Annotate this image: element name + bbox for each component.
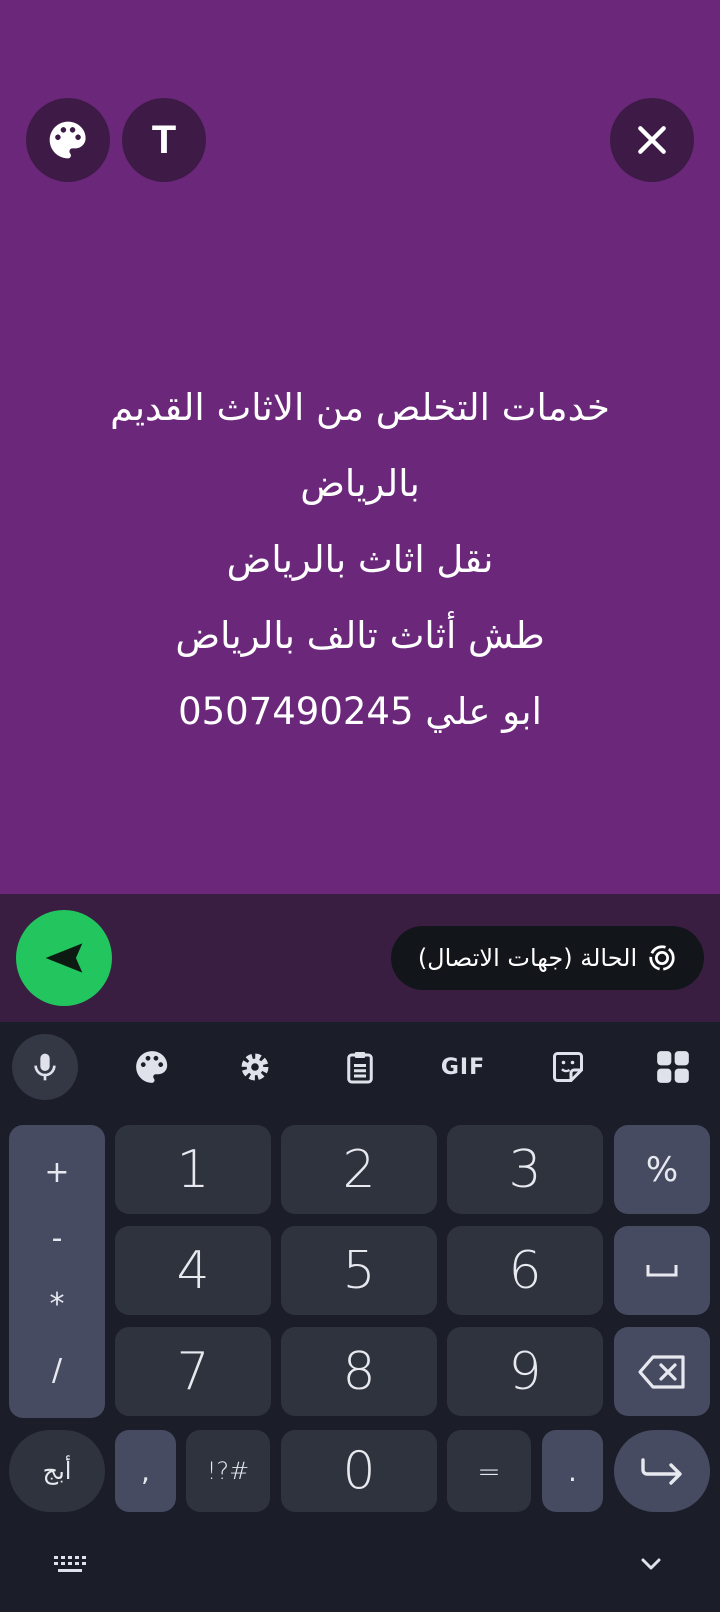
enter-icon <box>641 1458 682 1485</box>
mic-icon <box>34 1053 56 1081</box>
key-8[interactable]: 8 <box>281 1327 437 1416</box>
equals-key[interactable]: = <box>447 1430 531 1512</box>
alphabet-switch-key[interactable]: أبج <box>9 1430 105 1512</box>
status-audience-chip[interactable]: الحالة (جهات الاتصال) <box>391 926 704 990</box>
sticker-icon <box>553 1052 583 1082</box>
close-button[interactable] <box>610 98 694 182</box>
status-compose-area[interactable]: T خدمات التخلص من الاثاث القديم بالرياض … <box>0 0 720 894</box>
hide-keyboard-button[interactable] <box>633 1546 669 1582</box>
keyboard-switch-icon <box>54 1556 86 1572</box>
send-button[interactable] <box>16 910 112 1006</box>
settings-button[interactable] <box>222 1034 288 1100</box>
apps-grid-icon <box>657 1051 689 1083</box>
key-2[interactable]: 2 <box>281 1125 437 1214</box>
gif-icon: GIF <box>440 1054 486 1080</box>
backspace-icon <box>638 1354 685 1389</box>
space-key[interactable] <box>614 1226 710 1315</box>
status-audience-label: الحالة (جهات الاتصال) <box>417 944 638 972</box>
text-style-button[interactable]: T <box>122 98 206 182</box>
send-icon <box>45 943 83 973</box>
text-style-label: T <box>151 117 177 162</box>
palette-icon <box>136 1051 168 1083</box>
multiply-label: * <box>49 1287 65 1323</box>
key-1[interactable]: 1 <box>115 1125 271 1214</box>
percent-key[interactable]: % <box>614 1125 710 1214</box>
palette-icon <box>49 121 86 159</box>
space-icon <box>646 1264 678 1276</box>
enter-key[interactable] <box>614 1430 710 1512</box>
voice-input-button[interactable] <box>12 1034 78 1100</box>
divide-label: / <box>51 1353 63 1389</box>
backspace-key[interactable] <box>614 1327 710 1416</box>
period-key[interactable]: . <box>542 1430 603 1512</box>
plus-label: + <box>44 1154 70 1190</box>
key-7[interactable]: 7 <box>115 1327 271 1416</box>
symbols-key[interactable]: !?# <box>186 1430 270 1512</box>
key-0[interactable]: 0 <box>281 1430 437 1512</box>
keyboard-switch-button[interactable] <box>50 1550 90 1580</box>
keyboard-nav-row <box>0 1522 720 1612</box>
sticker-button[interactable] <box>535 1034 601 1100</box>
status-text[interactable]: خدمات التخلص من الاثاث القديم بالرياض نق… <box>40 370 680 750</box>
gif-button[interactable]: GIF <box>430 1034 496 1100</box>
apps-button[interactable] <box>640 1034 706 1100</box>
comma-key[interactable]: , <box>115 1430 176 1512</box>
clipboard-icon <box>347 1052 373 1084</box>
key-3[interactable]: 3 <box>447 1125 603 1214</box>
send-bar: الحالة (جهات الاتصال) <box>0 894 720 1022</box>
theme-button[interactable] <box>119 1034 185 1100</box>
operators-key[interactable]: + - * / <box>9 1125 105 1418</box>
chevron-down-icon <box>641 1558 661 1570</box>
clipboard-button[interactable] <box>327 1034 393 1100</box>
key-9[interactable]: 9 <box>447 1327 603 1416</box>
key-4[interactable]: 4 <box>115 1226 271 1315</box>
close-icon <box>638 126 666 154</box>
color-palette-button[interactable] <box>26 98 110 182</box>
minus-label: - <box>51 1220 63 1256</box>
status-ring-icon <box>649 945 675 971</box>
settings-gear-icon <box>241 1053 269 1081</box>
key-5[interactable]: 5 <box>281 1226 437 1315</box>
key-6[interactable]: 6 <box>447 1226 603 1315</box>
